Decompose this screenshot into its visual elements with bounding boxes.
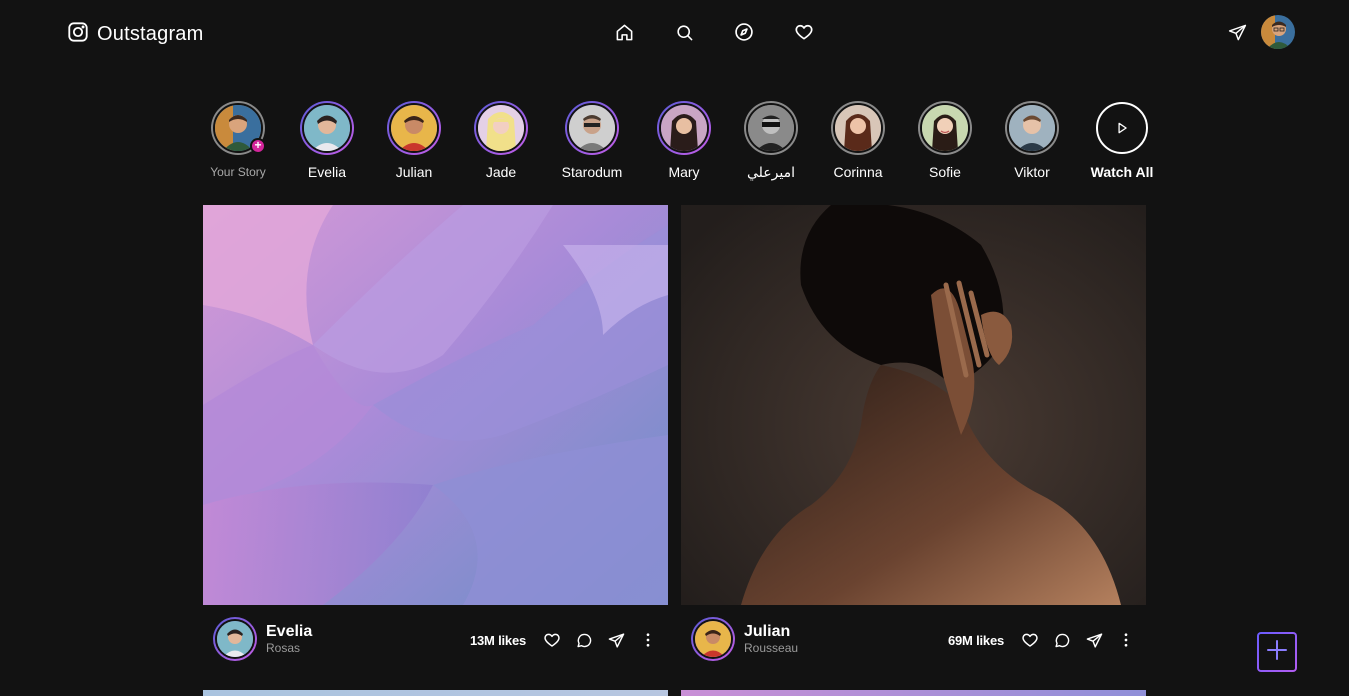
- story-avatar: [387, 101, 441, 155]
- story-label: Evelia: [307, 164, 347, 180]
- share-icon[interactable]: [1084, 630, 1104, 650]
- story-avatar: [657, 101, 711, 155]
- like-icon[interactable]: [1020, 630, 1040, 650]
- more-options-icon[interactable]: [1116, 630, 1136, 650]
- story-label: Corinna: [833, 164, 883, 180]
- story-label: Jade: [485, 164, 517, 180]
- share-icon[interactable]: [606, 630, 626, 650]
- post-image[interactable]: [203, 205, 668, 605]
- story-label: Viktor: [1014, 164, 1050, 180]
- story-avatar: [831, 101, 885, 155]
- story-avatar: [300, 101, 354, 155]
- story-julian[interactable]: Julian: [374, 101, 454, 180]
- search-icon[interactable]: [674, 22, 694, 42]
- story-label: Your Story: [210, 165, 266, 179]
- likes-count: 13M likes: [469, 632, 526, 648]
- watch-all-label: Watch All: [1090, 164, 1154, 180]
- send-icon[interactable]: [1227, 22, 1247, 42]
- heart-icon[interactable]: [794, 22, 814, 42]
- story-amirali[interactable]: اميرعلي: [731, 101, 811, 181]
- brand-name: Outstagram: [97, 23, 204, 45]
- post-avatar[interactable]: [213, 617, 257, 661]
- post-image-next[interactable]: [203, 690, 668, 696]
- story-jade[interactable]: Jade: [461, 101, 541, 180]
- story-label: Sofie: [929, 164, 961, 180]
- plus-icon: [1265, 638, 1289, 667]
- post-image-next[interactable]: [681, 690, 1146, 696]
- instagram-logo-icon: [67, 21, 89, 48]
- story-avatar: [918, 101, 972, 155]
- story-avatar: [744, 101, 798, 155]
- home-icon[interactable]: [614, 22, 634, 42]
- watch-all-stories[interactable]: Watch All: [1082, 101, 1162, 180]
- story-your-story[interactable]: + Your Story: [198, 101, 278, 179]
- post-actions: 69M likes: [948, 630, 1136, 650]
- story-avatar: [565, 101, 619, 155]
- compass-icon[interactable]: [734, 22, 754, 42]
- post-image[interactable]: [681, 205, 1146, 605]
- play-icon: [1096, 102, 1148, 154]
- create-post-button[interactable]: [1257, 632, 1297, 672]
- post-user[interactable]: Julian Rousseau: [744, 623, 798, 655]
- post-subtitle: Rosas: [266, 641, 301, 655]
- story-starodum[interactable]: Starodum: [552, 101, 632, 180]
- post-username: Julian: [744, 623, 791, 640]
- likes-count: 69M likes: [947, 632, 1004, 648]
- profile-avatar[interactable]: [1261, 15, 1295, 49]
- story-label: Starodum: [561, 164, 623, 180]
- story-label: Julian: [395, 164, 433, 180]
- comment-icon[interactable]: [574, 630, 594, 650]
- story-label: اميرعلي: [747, 164, 795, 180]
- story-evelia[interactable]: Evelia: [287, 101, 367, 180]
- post-card: Julian Rousseau 69M likes: [681, 205, 1146, 671]
- post-user[interactable]: Evelia Rosas: [266, 623, 312, 655]
- post-footer: Julian Rousseau 69M likes: [681, 605, 1146, 671]
- post-subtitle: Rousseau: [744, 641, 799, 655]
- story-viktor[interactable]: Viktor: [992, 101, 1072, 180]
- brand[interactable]: Outstagram: [67, 21, 203, 48]
- story-sofie[interactable]: Sofie: [905, 101, 985, 180]
- post-username: Evelia: [266, 623, 313, 640]
- story-label: Mary: [668, 164, 700, 180]
- comment-icon[interactable]: [1052, 630, 1072, 650]
- story-corinna[interactable]: Corinna: [818, 101, 898, 180]
- post-actions: 13M likes: [470, 630, 658, 650]
- add-story-icon[interactable]: +: [250, 138, 266, 154]
- more-options-icon[interactable]: [638, 630, 658, 650]
- like-icon[interactable]: [542, 630, 562, 650]
- main-nav: [614, 22, 814, 42]
- story-avatar: [474, 101, 528, 155]
- post-avatar[interactable]: [691, 617, 735, 661]
- top-bar: Outstagram: [0, 0, 1349, 66]
- story-avatar: [1005, 101, 1059, 155]
- post-footer: Evelia Rosas 13M likes: [203, 605, 668, 671]
- story-avatar: +: [211, 101, 266, 155]
- story-mary[interactable]: Mary: [644, 101, 724, 180]
- header-actions: [1227, 15, 1295, 49]
- post-card: Evelia Rosas 13M likes: [203, 205, 668, 671]
